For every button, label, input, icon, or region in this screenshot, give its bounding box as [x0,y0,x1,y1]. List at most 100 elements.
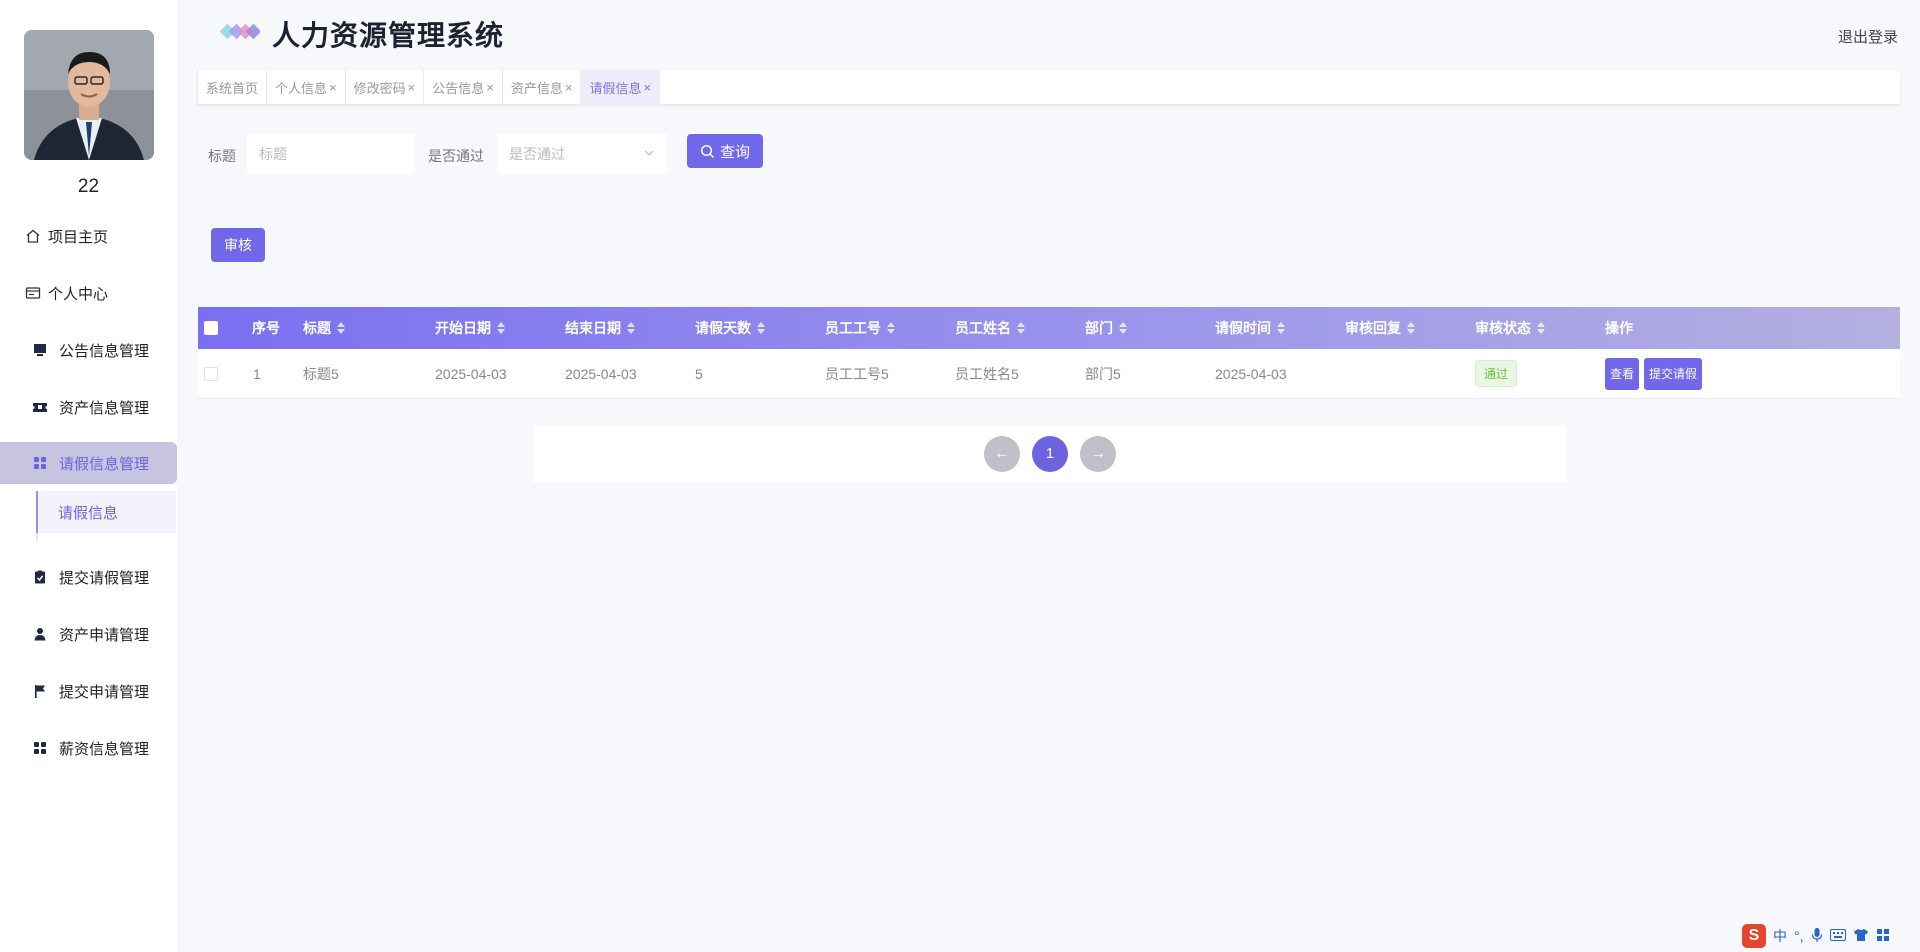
sort-icon[interactable] [1407,322,1415,334]
sort-icon[interactable] [1017,322,1025,334]
select-all-checkbox[interactable] [204,307,218,349]
sort-icon[interactable] [1119,322,1127,334]
sogou-ime-icon[interactable]: S [1742,924,1766,948]
table-header: 序号 标题 开始日期 结束日期 请假天数 员工工号 员工姓名 部门 请假时间 审… [198,307,1900,349]
close-icon[interactable]: × [643,80,651,95]
audit-button[interactable]: 审核 [211,228,265,262]
column-header[interactable]: 员工工号 [825,307,895,349]
tab-personal-info[interactable]: 个人信息 × [267,70,346,105]
ime-lang-toggle[interactable]: 中 [1773,926,1787,946]
app-logo-icon [218,22,262,42]
submenu-divider [36,533,38,541]
tabs-bar: 系统首页 个人信息 × 修改密码 × 公告信息 × 资产信息 × 请假信息 × [197,70,1900,105]
cell-title: 标题5 [303,365,339,382]
approved-select-placeholder: 是否通过 [509,146,565,162]
sidebar-item-asset-apply-management[interactable]: 资产申请管理 [0,613,177,655]
tab-notice-info[interactable]: 公告信息 × [424,70,503,105]
search-icon [700,144,715,159]
sidebar-item-label: 公告信息管理 [59,342,150,360]
tab-label: 请假信息 [589,81,642,96]
keyboard-icon[interactable] [1829,928,1846,944]
close-icon[interactable]: × [329,80,337,95]
sort-icon[interactable] [337,322,345,334]
column-header[interactable]: 审核回复 [1345,307,1415,349]
sort-icon[interactable] [757,322,765,334]
sidebar-item-asset-management[interactable]: 资产信息管理 [0,386,177,428]
sidebar-item-label: 个人中心 [48,285,109,303]
grid-icon [31,454,49,472]
actions-cell: 查看 提交请假 [1605,349,1707,398]
sidebar-item-leave-management[interactable]: 请假信息管理 [0,442,177,484]
sidebar-item-label: 资产信息管理 [59,399,150,417]
sidebar-item-submit-leave-management[interactable]: 提交请假管理 [0,556,177,598]
column-header[interactable]: 审核状态 [1475,307,1545,349]
sidebar-item-label: 薪资信息管理 [59,740,150,758]
view-button[interactable]: 查看 [1605,357,1640,390]
column-header[interactable]: 请假时间 [1215,307,1285,349]
tab-home[interactable]: 系统首页 [197,70,268,105]
submit-leave-button[interactable]: 提交请假 [1644,357,1703,390]
tab-label: 个人信息 [275,81,328,96]
cell-dept: 部门5 [1085,365,1121,382]
approved-select[interactable]: 是否通过 [497,134,667,174]
sidebar: 22 项目主页 个人中心 公告信息管理 资产信息管理 请假信息管理 请假信息 提… [0,0,177,952]
sort-icon[interactable] [497,322,505,334]
sidebar-subitem-leave-info[interactable]: 请假信息 [36,491,176,533]
sidebar-item-notice-management[interactable]: 公告信息管理 [0,329,177,371]
ime-toolbar: S 中 °, [1742,922,1890,950]
sidebar-item-personal-center[interactable]: 个人中心 [0,272,177,314]
query-button-label: 查询 [719,143,750,161]
query-button[interactable]: 查询 [687,134,763,168]
table-row: 1 标题5 2025-04-03 2025-04-03 5 员工工号5 员工姓名… [198,349,1900,399]
tab-label: 资产信息 [510,81,563,96]
sidebar-item-submit-apply-management[interactable]: 提交申请管理 [0,670,177,712]
column-header[interactable]: 请假天数 [695,307,765,349]
sidebar-item-label: 提交申请管理 [59,683,150,701]
close-icon[interactable]: × [486,80,494,95]
sort-icon[interactable] [627,322,635,334]
pagination: ← 1 → [533,425,1567,482]
sidebar-item-salary-management[interactable]: 薪资信息管理 [0,727,177,769]
column-header[interactable]: 结束日期 [565,307,635,349]
ime-punct-toggle[interactable]: °, [1794,928,1804,944]
sort-icon[interactable] [887,322,895,334]
column-header[interactable]: 部门 [1085,307,1127,349]
tab-label: 公告信息 [432,81,485,96]
column-header[interactable]: 标题 [303,307,345,349]
prev-page-button[interactable]: ← [984,435,1020,472]
grid-menu-icon[interactable] [1876,928,1890,945]
title-label: 标题 [208,148,236,164]
sidebar-item-label: 请假信息管理 [59,455,150,473]
cell-start-date: 2025-04-03 [435,365,507,382]
current-page-button[interactable]: 1 [1032,435,1068,472]
app-title: 人力资源管理系统 [272,20,505,51]
column-header[interactable]: 员工姓名 [955,307,1025,349]
sidebar-item-home[interactable]: 项目主页 [0,215,177,257]
column-header: 操作 [1605,320,1633,336]
sidebar-item-label: 资产申请管理 [59,626,150,644]
tab-asset-info[interactable]: 资产信息 × [503,70,582,105]
close-icon[interactable]: × [408,80,416,95]
avatar [24,30,154,160]
chevron-down-icon [643,146,655,162]
tab-leave-info[interactable]: 请假信息 × [581,70,661,105]
cell-emp-no: 员工工号5 [825,365,889,382]
user-icon [31,625,49,643]
logout-button[interactable]: 退出登录 [1838,26,1898,47]
monitor-icon [31,341,49,359]
cell-days: 5 [695,365,703,382]
status-badge: 通过 [1475,360,1518,387]
sort-icon[interactable] [1277,322,1285,334]
cell-end-date: 2025-04-03 [565,365,637,382]
close-icon[interactable]: × [565,80,573,95]
microphone-icon[interactable] [1811,927,1823,946]
title-search-input[interactable] [247,134,415,174]
tab-change-password[interactable]: 修改密码 × [346,70,425,105]
row-checkbox[interactable] [204,349,218,398]
tab-label: 系统首页 [206,81,259,96]
column-header[interactable]: 开始日期 [435,307,505,349]
next-page-button[interactable]: → [1080,435,1116,472]
skin-icon[interactable] [1853,928,1869,945]
approved-label: 是否通过 [428,148,484,164]
sort-icon[interactable] [1537,322,1545,334]
